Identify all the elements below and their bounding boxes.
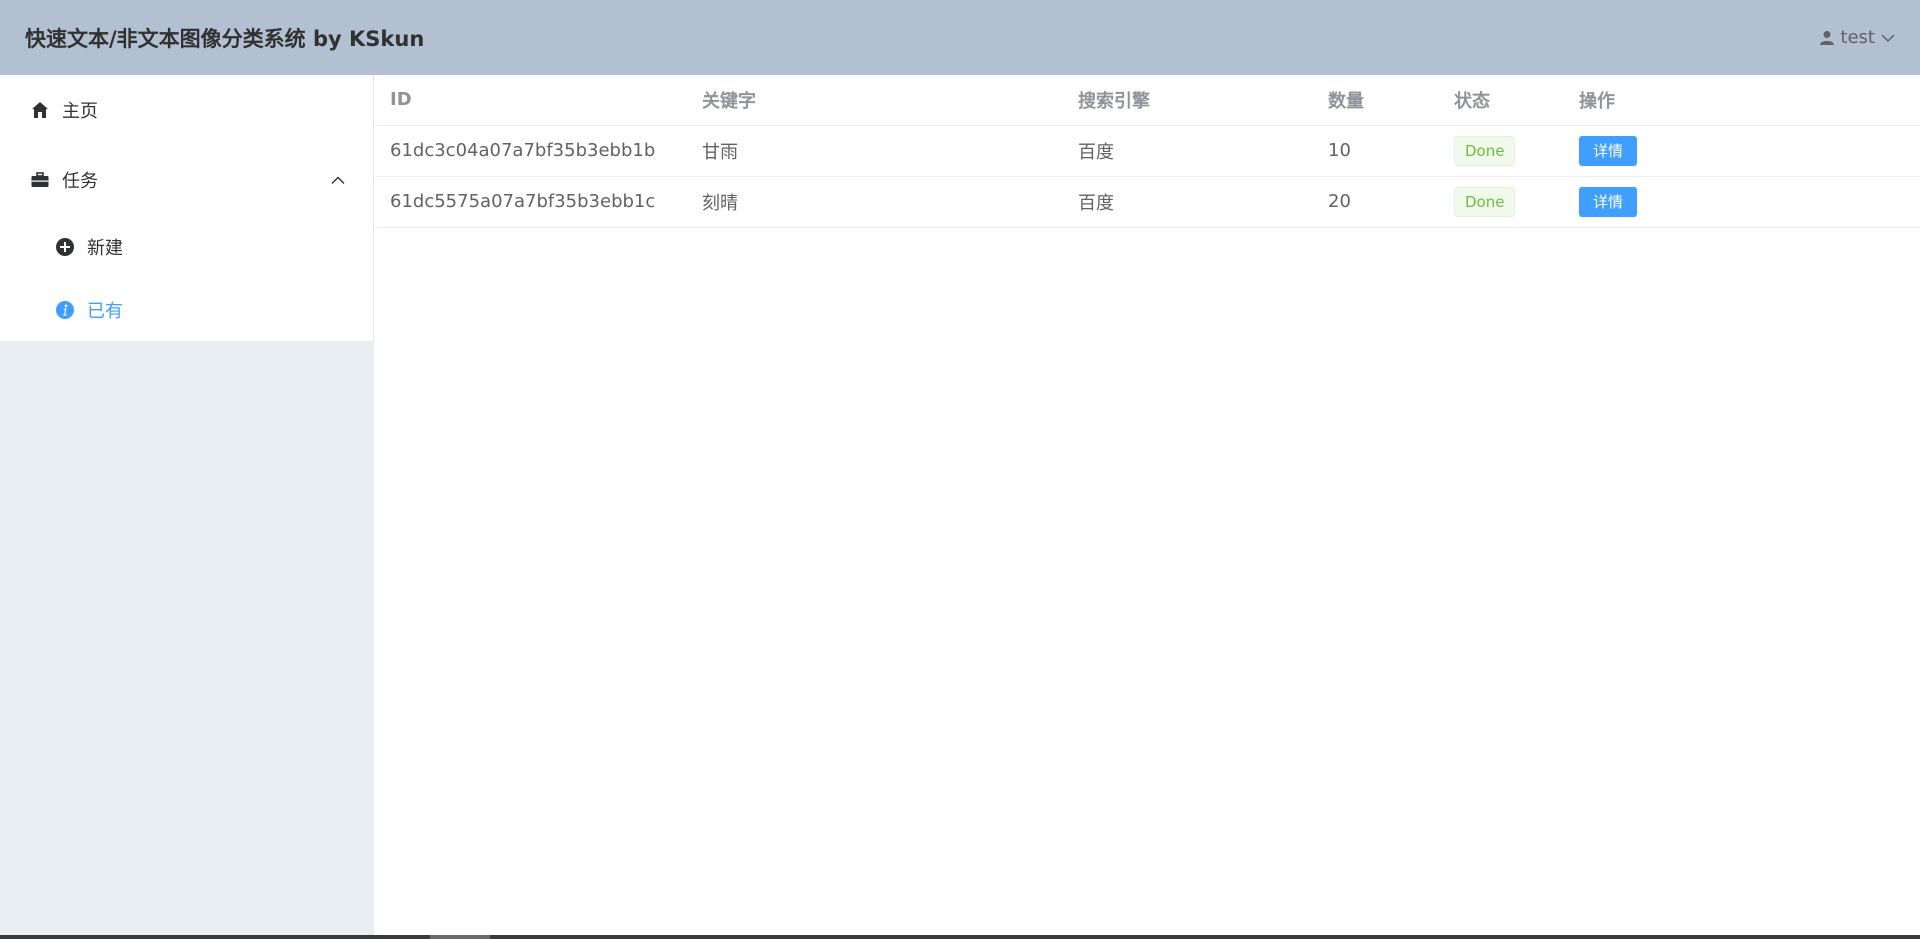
status-badge: Done xyxy=(1454,186,1516,217)
chevron-down-icon xyxy=(1881,33,1895,43)
cell-engine: 百度 xyxy=(1063,125,1313,177)
sidebar-submenu-tasks[interactable]: 任务 xyxy=(0,145,373,215)
cell-status: Done xyxy=(1439,125,1564,177)
tasks-table: ID 关键字 搜索引擎 数量 状态 操作 61dc3c04a07a7bf35b3… xyxy=(375,75,1920,228)
cell-keyword: 刻晴 xyxy=(687,176,1063,228)
cell-keyword: 甘雨 xyxy=(687,125,1063,177)
cell-actions: 详情 xyxy=(1564,125,1920,177)
info-icon xyxy=(55,300,75,320)
scrollbar-thumb[interactable] xyxy=(430,935,490,939)
column-header-keyword: 关键字 xyxy=(687,75,1063,126)
sidebar: 主页 任务 新建 已有 xyxy=(0,75,374,939)
status-badge: Done xyxy=(1454,135,1516,166)
cell-id: 61dc3c04a07a7bf35b3ebb1b xyxy=(375,125,687,177)
sidebar-item-label: 任务 xyxy=(62,171,98,192)
sidebar-item-label: 主页 xyxy=(62,101,98,122)
cell-id: 61dc5575a07a7bf35b3ebb1c xyxy=(375,176,687,228)
column-header-count: 数量 xyxy=(1313,75,1439,126)
horizontal-scrollbar[interactable] xyxy=(0,935,1920,939)
cell-actions: 详情 xyxy=(1564,176,1920,228)
cell-count: 20 xyxy=(1313,176,1439,228)
app-header: 快速文本/非文本图像分类系统 by KSkun test xyxy=(0,0,1920,75)
table-header-row: ID 关键字 搜索引擎 数量 状态 操作 xyxy=(375,75,1920,126)
column-header-status: 状态 xyxy=(1439,75,1564,126)
cell-count: 10 xyxy=(1313,125,1439,177)
sidebar-menu: 主页 任务 新建 已有 xyxy=(0,75,374,341)
user-icon xyxy=(1820,30,1835,46)
sidebar-item-home[interactable]: 主页 xyxy=(0,75,373,145)
main-content: ID 关键字 搜索引擎 数量 状态 操作 61dc3c04a07a7bf35b3… xyxy=(375,75,1920,939)
sidebar-item-label: 新建 xyxy=(87,237,123,259)
cell-status: Done xyxy=(1439,176,1564,228)
table-row: 61dc5575a07a7bf35b3ebb1c 刻晴 百度 20 Done 详… xyxy=(375,176,1920,228)
cell-engine: 百度 xyxy=(1063,176,1313,228)
user-menu[interactable]: test xyxy=(1820,27,1895,48)
briefcase-icon xyxy=(30,170,50,190)
details-button[interactable]: 详情 xyxy=(1579,186,1638,217)
sidebar-item-existing[interactable]: 已有 xyxy=(0,278,373,341)
sidebar-item-label: 已有 xyxy=(87,300,123,322)
column-header-id: ID xyxy=(375,75,687,126)
column-header-actions: 操作 xyxy=(1564,75,1920,126)
user-name: test xyxy=(1840,27,1875,48)
app-title: 快速文本/非文本图像分类系统 by KSkun xyxy=(25,26,425,51)
home-icon xyxy=(30,100,50,120)
sidebar-item-new[interactable]: 新建 xyxy=(0,215,373,278)
column-header-engine: 搜索引擎 xyxy=(1063,75,1313,126)
chevron-up-icon xyxy=(331,170,345,191)
details-button[interactable]: 详情 xyxy=(1579,135,1638,166)
plus-circle-icon xyxy=(55,237,75,257)
table-row: 61dc3c04a07a7bf35b3ebb1b 甘雨 百度 10 Done 详… xyxy=(375,125,1920,177)
